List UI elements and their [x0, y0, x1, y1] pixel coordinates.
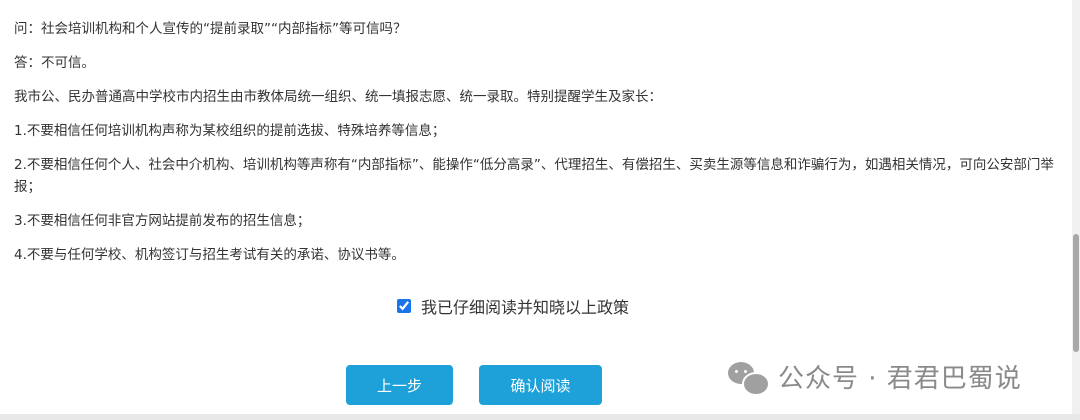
policy-content: 问：社会培训机构和个人宣传的“提前录取”“内部指标”等可信吗？ 答：不可信。 我…: [14, 18, 1054, 278]
agreement-checkbox[interactable]: [397, 299, 411, 313]
rule-item-2: 2.不要相信任何个人、社会中介机构、培训机构等声称有“内部指标”、能操作“低分高…: [14, 157, 1054, 195]
policy-page: 问：社会培训机构和个人宣传的“提前录取”“内部指标”等可信吗？ 答：不可信。 我…: [0, 0, 1080, 420]
question-paragraph: 问：社会培训机构和个人宣传的“提前录取”“内部指标”等可信吗？: [14, 21, 407, 37]
bottom-bar: [0, 414, 1080, 420]
watermark: 公众号 · 君君巴蜀说: [728, 358, 1022, 396]
wechat-icon: [728, 360, 770, 396]
vertical-scrollbar[interactable]: [1072, 0, 1080, 420]
answer-paragraph: 答：不可信。: [14, 55, 95, 71]
notice-paragraph: 我市公、民办普通高中学校市内招生由市教体局统一组织、统一填报志愿、统一录取。特别…: [14, 89, 662, 105]
agreement-label: 我已仔细阅读并知晓以上政策: [421, 298, 630, 317]
agreement-row[interactable]: 我已仔细阅读并知晓以上政策: [397, 294, 629, 318]
prev-step-button[interactable]: 上一步: [346, 365, 453, 405]
rule-item-4: 4.不要与任何学校、机构签订与招生考试有关的承诺、协议书等。: [14, 247, 405, 263]
watermark-text: 公众号 · 君君巴蜀说: [778, 364, 1022, 394]
scrollbar-thumb[interactable]: [1073, 234, 1079, 352]
rule-item-1: 1.不要相信任何培训机构声称为某校组织的提前选拔、特殊培养等信息；: [14, 123, 446, 139]
confirm-read-button[interactable]: 确认阅读: [479, 365, 602, 405]
rule-item-3: 3.不要相信任何非官方网站提前发布的招生信息；: [14, 213, 311, 229]
